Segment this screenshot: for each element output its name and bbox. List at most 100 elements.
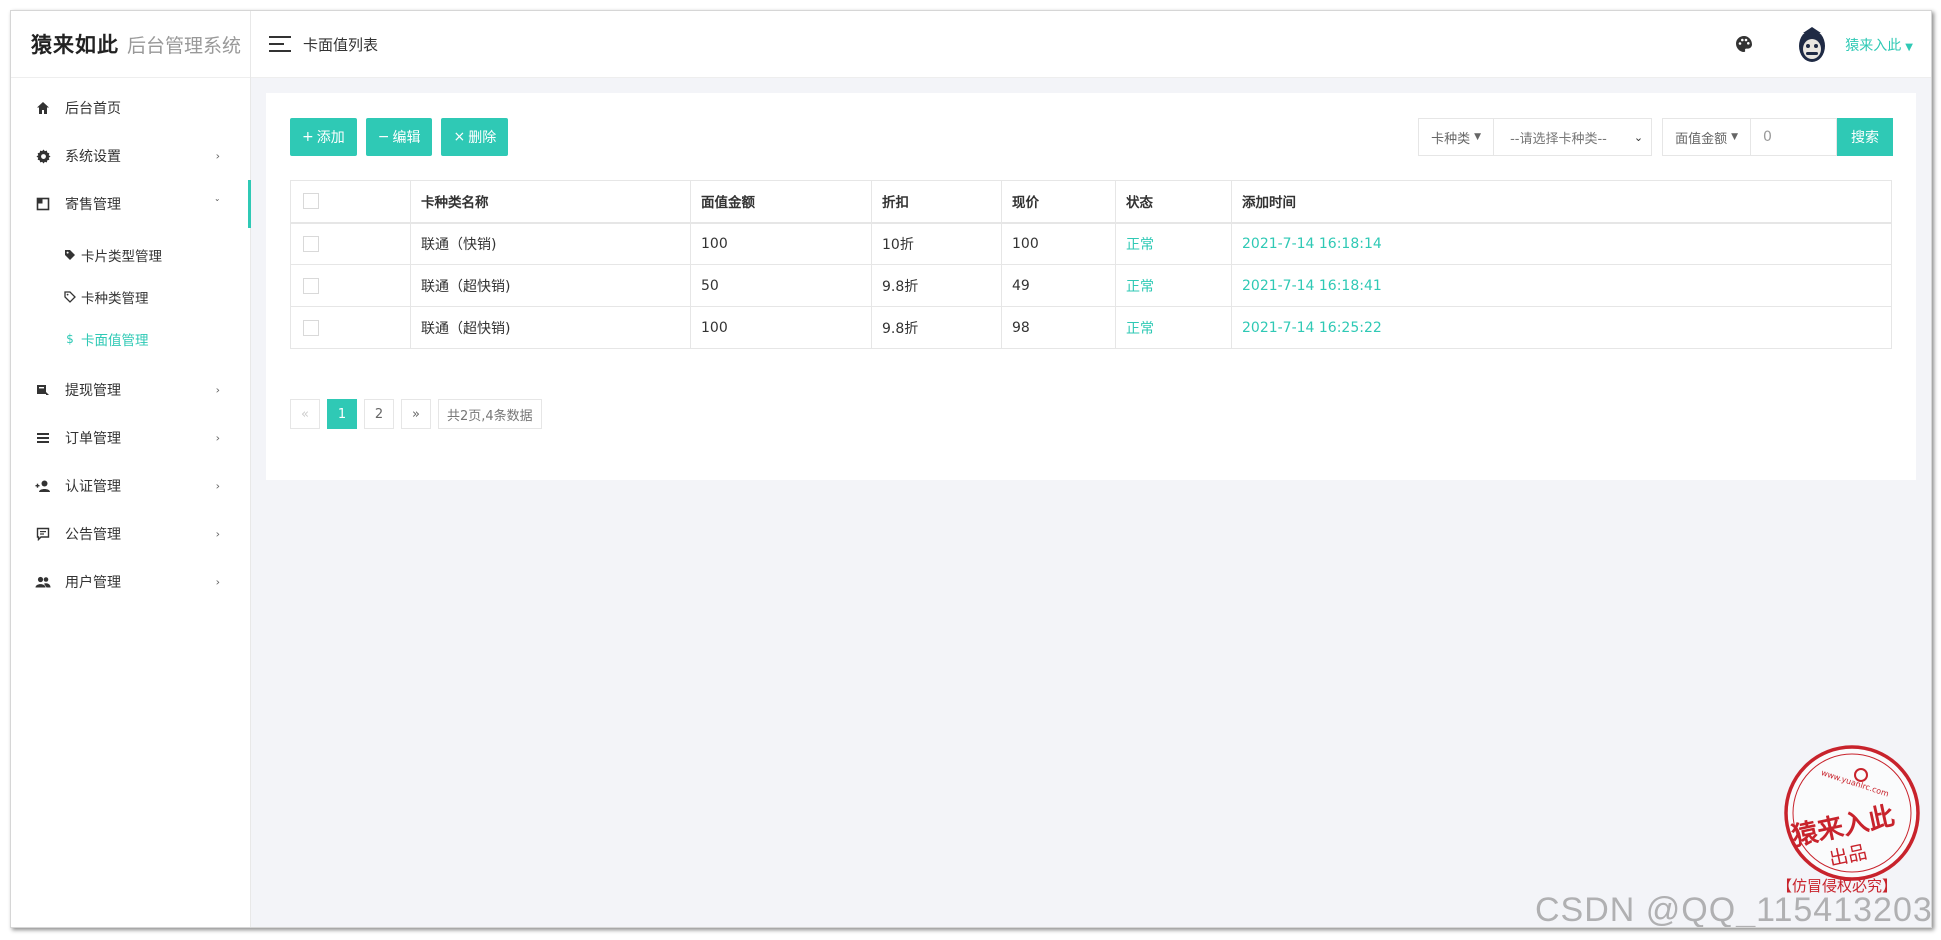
menu-toggle-icon[interactable] [269,36,291,52]
edit-button-label: 编辑 [392,130,421,146]
cell-name: 联通（快销) [410,222,691,265]
sidebar-item-label: 卡种类管理 [81,291,149,307]
sidebar-item-card-category[interactable]: 卡种类管理 [11,276,250,318]
tag-outline-icon [63,291,77,303]
tag-filled-icon [63,249,77,261]
chevron-right-icon: › [215,149,220,163]
sidebar-item-card-type[interactable]: 卡片类型管理 [11,234,250,276]
pagination-info: 共2页,4条数据 [438,399,542,429]
cell-status: 正常 [1115,264,1232,307]
sidebar-item-notice[interactable]: 公告管理 › [11,510,250,558]
column-header[interactable]: 面值金额 [690,180,872,223]
sidebar-item-withdraw[interactable]: 提现管理 › [11,366,250,414]
chevron-right-icon: › [215,575,220,589]
sidebar-item-card-value[interactable]: $ 卡面值管理 [11,318,250,360]
next-page-button[interactable]: » [401,399,431,429]
cell-name: 联通（超快销) [410,264,691,307]
sidebar-item-label: 寄售管理 [65,197,121,213]
select-all-cell [290,180,411,223]
chevron-right-icon: › [215,527,220,541]
amount-filter-label[interactable]: 面值金额 ▼ [1662,118,1751,156]
close-icon: × [453,129,466,145]
palette-icon[interactable] [1735,35,1755,55]
cell-status: 正常 [1115,306,1232,349]
table-row[interactable]: 联通（超快销) 100 9.8折 98 正常 2021-7-14 16:25:2… [290,306,1892,349]
cell-amount: 100 [690,306,872,349]
data-table: 卡种类名称 面值金额 折扣 现价 状态 添加时间 联通（快销) 100 10折 … [290,180,1892,349]
sidebar-item-users[interactable]: 用户管理 › [11,558,250,606]
category-filter-label[interactable]: 卡种类 ▼ [1418,118,1495,156]
amount-input[interactable] [1751,118,1837,156]
cell-name: 联通（超快销) [410,306,691,349]
user-name: 猿来入此 [1845,37,1902,54]
column-header[interactable]: 折扣 [871,180,1002,223]
page-button-1[interactable]: 1 [327,399,357,429]
chevron-right-icon: › [215,383,220,397]
search-button[interactable]: 搜索 [1837,118,1893,156]
sidebar-item-settings[interactable]: 系统设置 › [11,132,250,180]
page-button-2[interactable]: 2 [364,399,394,429]
withdraw-icon [35,382,51,398]
table-row[interactable]: 联通（快销) 100 10折 100 正常 2021-7-14 16:18:14 [290,222,1892,265]
caret-down-icon: ▼ [1474,132,1482,142]
row-checkbox[interactable] [303,277,319,294]
avatar[interactable] [1795,25,1829,65]
minus-icon: − [377,129,390,145]
edit-button[interactable]: − 编辑 [365,118,433,156]
consign-icon [35,196,51,212]
cell-amount: 50 [690,264,872,307]
caret-down-icon: ▼ [1905,41,1913,53]
page-title: 卡面值列表 [303,35,379,54]
cell-discount: 10折 [871,222,1002,265]
content-panel: +添加 −编辑 ×删除 卡种类▼ --请选择卡种类--⌄ 面值金额▼ 搜索 卡种… [266,93,1916,480]
sidebar-item-orders[interactable]: 订单管理 › [11,414,250,462]
sidebar-item-label: 系统设置 [65,149,121,165]
stamp-seal: www.yuanlrc.com 猿来入此 出品 【仿冒侵权必究】 [1777,745,1927,895]
cell-time: 2021-7-14 16:18:14 [1231,222,1892,265]
users-icon [35,574,51,590]
sub-menu-consign: 卡片类型管理 卡种类管理 $ 卡面值管理 [11,228,250,366]
brand-name: 猿来如此 [31,32,119,57]
sidebar-item-consign[interactable]: 寄售管理 ˇ [11,180,251,228]
search-bar: 卡种类▼ --请选择卡种类--⌄ 面值金额▼ 搜索 [1418,118,1893,156]
cell-discount: 9.8折 [871,306,1002,349]
sidebar-item-label: 后台首页 [65,101,121,117]
top-header: 卡面值列表 猿来入此 ▼ [251,11,1931,78]
prev-page-button[interactable]: « [290,399,320,429]
sidebar-item-label: 用户管理 [65,575,121,591]
add-button-label: 添加 [316,130,345,146]
delete-button[interactable]: × 删除 [441,118,509,156]
cell-price: 98 [1001,306,1116,349]
table-header-row: 卡种类名称 面值金额 折扣 现价 状态 添加时间 [290,180,1892,223]
column-header[interactable]: 状态 [1115,180,1232,223]
cell-discount: 9.8折 [871,264,1002,307]
column-header[interactable]: 卡种类名称 [410,180,691,223]
column-header[interactable]: 现价 [1001,180,1116,223]
add-button[interactable]: + 添加 [290,118,357,156]
row-checkbox[interactable] [303,235,319,252]
amount-label-text: 面值金额 [1675,131,1728,147]
sidebar-item-label: 提现管理 [65,383,121,399]
row-checkbox[interactable] [303,319,319,336]
select-all-checkbox[interactable] [303,193,319,210]
sidebar: 猿来如此 后台管理系统 后台首页 系统设置 › 寄售管理 ˇ 卡片类型管理 卡种… [11,11,251,927]
table-row[interactable]: 联通（超快销) 50 9.8折 49 正常 2021-7-14 16:18:41 [290,264,1892,307]
category-select[interactable]: --请选择卡种类-- ⌄ [1494,118,1653,156]
sidebar-item-label: 订单管理 [65,431,121,447]
chevron-right-icon: › [215,479,220,493]
chevron-right-icon: › [215,431,220,445]
app-window: 猿来如此 后台管理系统 后台首页 系统设置 › 寄售管理 ˇ 卡片类型管理 卡种… [10,10,1932,928]
cell-price: 49 [1001,264,1116,307]
chevron-down-icon: ⌄ [1633,130,1644,144]
toolbar: + 添加 − 编辑 × 删除 [290,118,517,156]
user-menu[interactable]: 猿来入此 ▼ [1845,35,1913,55]
cell-time: 2021-7-14 16:25:22 [1231,306,1892,349]
sidebar-item-verify[interactable]: 认证管理 › [11,462,250,510]
cell-status: 正常 [1115,222,1232,265]
watermark-text: CSDN @QQ_1154132031 [1535,891,1932,928]
home-icon [35,100,51,116]
sidebar-item-home[interactable]: 后台首页 [11,84,250,132]
cell-amount: 100 [690,222,872,265]
list-icon [35,430,51,446]
column-header[interactable]: 添加时间 [1231,180,1892,223]
